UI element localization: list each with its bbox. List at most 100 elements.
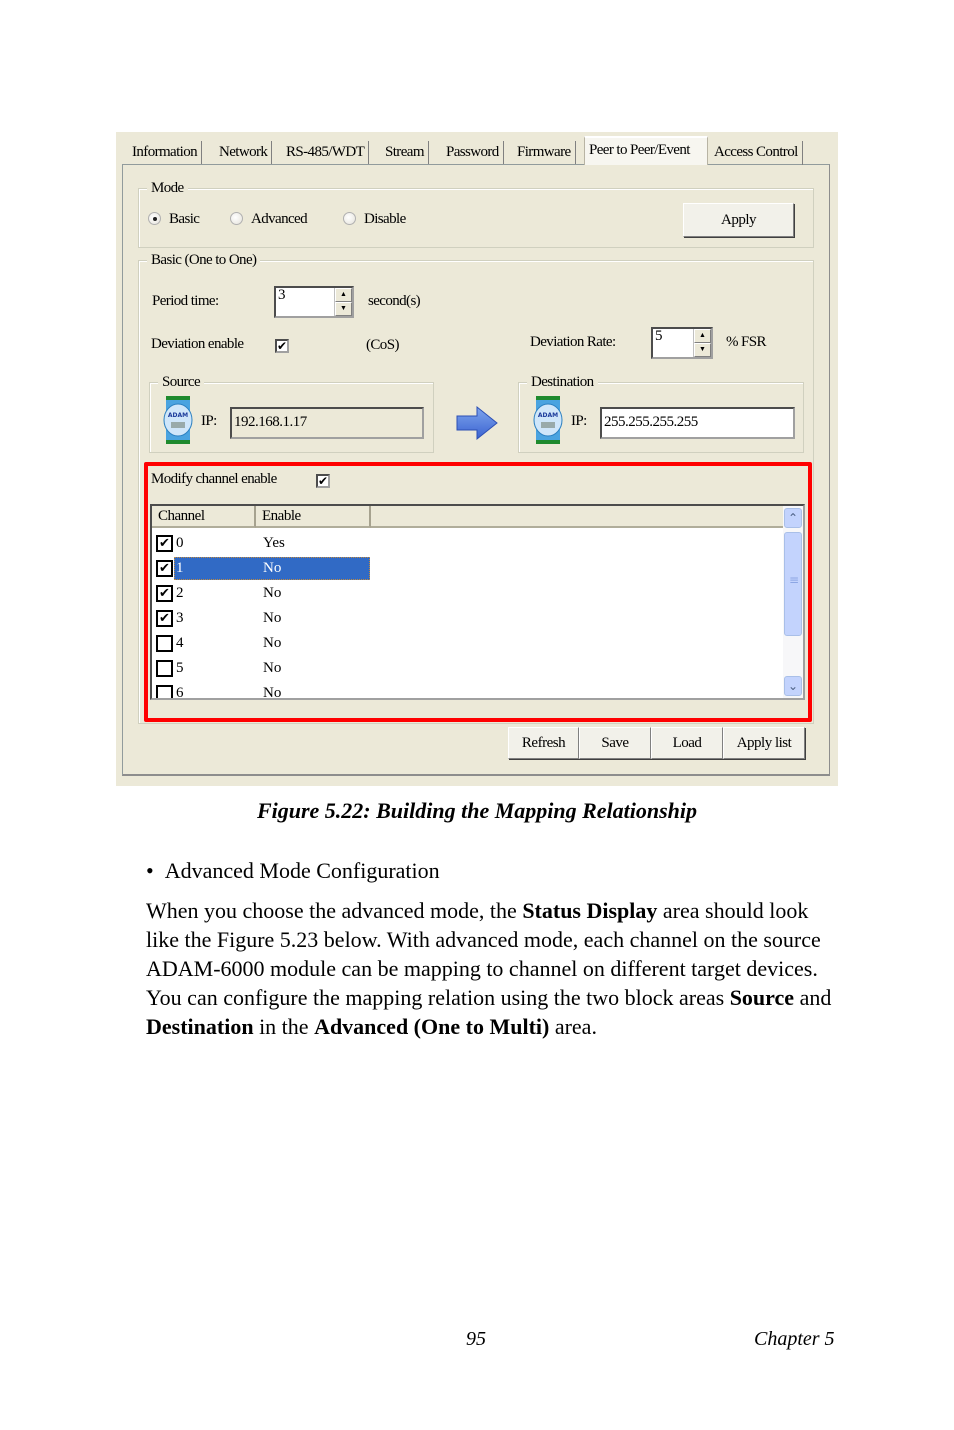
tab-rs485-wdt[interactable]: RS-485/WDT [282,141,370,165]
vertical-scrollbar[interactable]: ⌃ ⌄ [783,506,803,698]
channel-number: 4 [176,635,184,651]
channel-number: 3 [176,610,184,626]
mode-legend: Mode [147,179,188,197]
cos-label: (CoS) [366,337,399,353]
deviation-enable-label: Deviation enable [151,336,244,352]
chapter-label: Chapter 5 [754,1328,835,1350]
spin-down-icon[interactable]: ▼ [335,302,352,316]
channel-number: 2 [176,585,184,601]
channel-enable-value: No [263,685,282,700]
svg-text:ADAM: ADAM [168,412,188,419]
deviation-rate-label: Deviation Rate: [530,334,616,350]
channel-checkbox[interactable] [156,635,173,652]
source-ip-field[interactable]: 192.168.1.17 [230,407,424,439]
deviation-rate-unit: % FSR [726,334,767,350]
period-time-spinner[interactable]: 3 ▲ ▼ [274,286,354,318]
tab-firmware[interactable]: Firmware [513,141,576,165]
tab-password[interactable]: Password [442,141,504,165]
channel-row-selected[interactable]: ✔ 1 No [152,556,382,581]
channel-checkbox[interactable]: ✔ [156,610,173,627]
channel-row[interactable]: ✔ 0 Yes [152,531,382,556]
save-button[interactable]: Save [579,727,651,759]
adam-module-icon: ADAM [163,396,193,444]
destination-ip-field[interactable]: 255.255.255.255 [600,407,795,439]
radio-advanced[interactable] [230,212,243,225]
load-button[interactable]: Load [651,727,723,759]
channel-enable-value: No [263,660,282,676]
channel-row[interactable]: 5 No [152,656,382,681]
modify-channel-enable-checkbox[interactable]: ✔ [316,474,330,488]
refresh-button[interactable]: Refresh [508,727,579,759]
source-legend: Source [158,373,205,391]
text-run: in the [253,1014,315,1039]
channel-checkbox[interactable] [156,685,173,698]
channel-enable-value: No [263,610,282,626]
text-run: area. [549,1014,597,1039]
channel-row[interactable]: ✔ 2 No [152,581,382,606]
bullet-item: • Advanced Mode Configuration [146,858,440,883]
tab-network[interactable]: Network [215,141,273,165]
radio-disable[interactable] [343,212,356,225]
deviation-enable-checkbox[interactable]: ✔ [275,339,289,353]
channel-checkbox[interactable]: ✔ [156,560,173,577]
destination-ip-label: IP: [571,413,587,429]
page-number: 95 [466,1328,486,1350]
column-header-empty [371,506,787,528]
tab-information[interactable]: Information [128,141,203,165]
source-ip-label: IP: [201,413,217,429]
channel-enable-value: No [263,635,282,651]
period-time-value: 3 [278,287,286,303]
spin-up-icon[interactable]: ▲ [694,329,711,343]
radio-basic[interactable] [148,212,161,225]
bullet-text: Advanced Mode Configuration [164,858,440,883]
deviation-rate-spinner[interactable]: 5 ▲ ▼ [651,327,713,359]
apply-mode-button[interactable]: Apply [683,203,794,237]
adam-module-icon: ADAM [533,396,563,444]
radio-advanced-label: Advanced [251,211,308,227]
spin-up-icon[interactable]: ▲ [335,288,352,302]
channel-checkbox[interactable] [156,660,173,677]
figure-caption: Figure 5.22: Building the Mapping Relati… [256,798,698,823]
channel-number: 6 [176,685,184,700]
scroll-up-icon[interactable]: ⌃ [784,508,802,528]
bold-term: Status Display [522,898,658,923]
text-run: When you choose the advanced mode, the [146,898,523,923]
channel-row[interactable]: ✔ 3 No [152,606,382,631]
svg-text:ADAM: ADAM [538,412,558,419]
destination-legend: Destination [527,373,598,391]
body-paragraph: When you choose the advanced mode, the S… [146,896,846,1041]
modify-channel-enable-label: Modify channel enable [151,471,277,487]
bold-term: Destination [146,1014,254,1039]
channel-row[interactable]: 6 No [152,681,382,700]
period-unit: second(s) [368,293,421,309]
channel-list[interactable]: Channel Enable ✔ 0 Yes ✔ 1 No ✔ 2 No ✔ 3… [150,504,805,700]
channel-enable-value: No [263,585,282,601]
channel-enable-value: No [263,560,282,576]
channel-checkbox[interactable]: ✔ [156,535,173,552]
utility-screenshot: Information Network RS-485/WDT Stream Pa… [116,132,838,786]
bold-term: Source [729,985,795,1010]
deviation-rate-value: 5 [655,328,663,344]
column-header-enable[interactable]: Enable [256,506,371,528]
channel-number: 5 [176,660,184,676]
column-header-channel[interactable]: Channel [152,506,256,528]
channel-number: 0 [176,535,184,551]
tab-access-control[interactable]: Access Control [710,141,803,165]
radio-disable-label: Disable [364,211,406,227]
spin-down-icon[interactable]: ▼ [694,343,711,357]
text-run: and [794,985,832,1010]
channel-number: 1 [176,560,184,576]
channel-enable-value: Yes [263,535,285,551]
channel-checkbox[interactable]: ✔ [156,585,173,602]
radio-basic-label: Basic [169,211,200,227]
tab-peer-to-peer-event[interactable]: Peer to Peer/Event [584,136,708,165]
channel-row[interactable]: 4 No [152,631,382,656]
period-time-label: Period time: [152,293,219,309]
tab-stream[interactable]: Stream [381,141,429,165]
apply-list-button[interactable]: Apply list [723,727,805,759]
arrow-right-icon [456,405,498,441]
scroll-down-icon[interactable]: ⌄ [784,676,802,696]
scroll-thumb[interactable] [784,532,802,636]
bold-term: Advanced (One to Multi) [314,1014,550,1039]
basic-legend: Basic (One to One) [147,251,261,269]
